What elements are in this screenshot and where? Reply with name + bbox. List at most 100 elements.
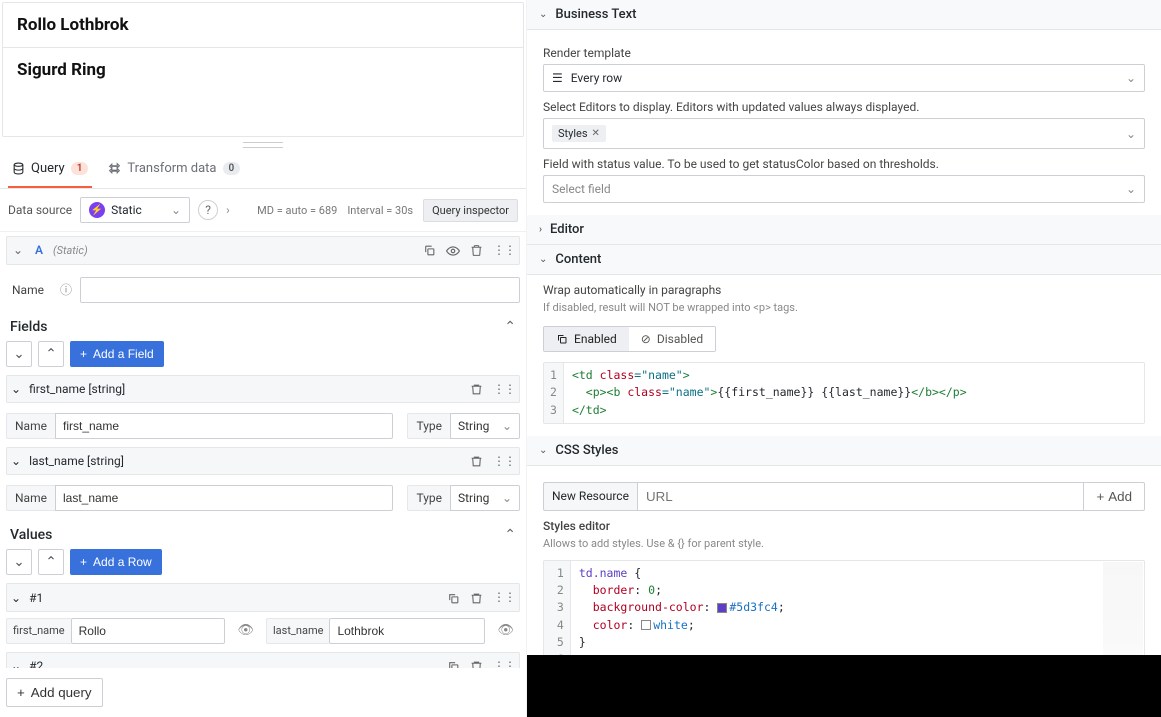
- section-content[interactable]: ⌄ Content: [527, 245, 1161, 275]
- value-fn-label: first_name: [6, 618, 71, 644]
- eye-icon[interactable]: 👁: [491, 623, 520, 638]
- chevron-down-icon: ⌄: [539, 445, 547, 456]
- section-editor[interactable]: › Editor: [527, 215, 1161, 245]
- content-code-editor[interactable]: 123 <td class="name"> <p><b class="name"…: [543, 362, 1145, 424]
- field-type-label: Type: [407, 413, 450, 439]
- copy-icon[interactable]: [423, 243, 436, 258]
- query-inspector-button[interactable]: Query inspector: [423, 199, 518, 222]
- row-number: #2: [29, 659, 43, 668]
- query-a-header[interactable]: ⌄ A (Static) ⋮⋮: [6, 236, 520, 265]
- resource-url-input[interactable]: [637, 482, 1084, 511]
- close-icon[interactable]: ✕: [592, 128, 600, 139]
- chevron-down-icon: ⌄: [502, 419, 512, 433]
- wrap-title: Wrap automatically in paragraphs: [543, 283, 1145, 297]
- chevron-down-icon: ⌄: [11, 382, 21, 396]
- values-section-title[interactable]: Values ⌃: [6, 519, 520, 549]
- trash-icon[interactable]: [470, 659, 483, 668]
- field-name-label: Name: [6, 485, 55, 511]
- chevron-right-icon: ›: [226, 203, 230, 217]
- section-business-text[interactable]: ⌄ Business Text: [527, 0, 1161, 30]
- field-last-name-header[interactable]: ⌄ last_name [string] ⋮⋮: [6, 447, 520, 475]
- toggle-enabled[interactable]: Enabled: [544, 327, 629, 351]
- drag-icon[interactable]: ⋮⋮: [493, 659, 515, 668]
- trash-icon[interactable]: [470, 454, 483, 468]
- tab-query-label: Query: [31, 161, 65, 176]
- query-letter: A: [35, 243, 43, 257]
- datasource-select[interactable]: ⚡ Static ⌄: [80, 197, 190, 223]
- preview-row-1: Rollo Lothbrok: [3, 3, 523, 48]
- field-name-input[interactable]: [55, 413, 393, 439]
- preview-panel: Rollo Lothbrok Sigurd Ring: [2, 2, 524, 137]
- datasource-label: Data source: [8, 203, 72, 217]
- drag-icon[interactable]: ⋮⋮: [493, 382, 515, 396]
- chevron-right-icon: ›: [539, 224, 542, 235]
- chevron-down-icon: ⌄: [1126, 127, 1136, 141]
- styles-editor-title: Styles editor: [543, 519, 1145, 533]
- chevron-up-icon: ⌃: [504, 527, 516, 543]
- bolt-icon: ⚡: [89, 202, 105, 218]
- chevron-down-icon: ⌄: [1126, 182, 1136, 196]
- chip-styles[interactable]: Styles✕: [552, 125, 606, 142]
- value-row-1-header[interactable]: ⌄ #1 ⋮⋮: [6, 583, 520, 611]
- drag-icon[interactable]: ⋮⋮: [493, 243, 515, 258]
- plus-icon: +: [1096, 489, 1104, 504]
- trash-icon[interactable]: [470, 590, 483, 604]
- collapse-all-button[interactable]: ⌄: [6, 341, 32, 367]
- tab-transform-label: Transform data: [127, 161, 216, 176]
- copy-icon[interactable]: [447, 590, 460, 604]
- trash-icon[interactable]: [470, 243, 483, 258]
- css-code-editor[interactable]: 12345678910 td.name { border: 0; backgro…: [543, 560, 1145, 655]
- plus-icon: +: [80, 347, 87, 361]
- bottom-black-area: [527, 655, 1161, 717]
- render-template-select[interactable]: ☰ Every row ⌄: [543, 64, 1145, 92]
- chevron-down-icon: ⌄: [11, 243, 25, 257]
- field-first-name-header[interactable]: ⌄ first_name [string] ⋮⋮: [6, 375, 520, 403]
- chevron-down-icon: ⌄: [1126, 71, 1136, 85]
- md-info: MD = auto = 689: [257, 204, 337, 217]
- tab-transform[interactable]: Transform data 0: [104, 151, 244, 188]
- value-row-2-header[interactable]: ⌄ #2 ⋮⋮: [6, 652, 520, 668]
- add-query-button[interactable]: + Add query: [6, 678, 103, 707]
- plus-icon: +: [80, 555, 87, 569]
- field-type-select[interactable]: String⌄: [450, 485, 520, 511]
- fields-section-title[interactable]: Fields ⌃: [6, 311, 520, 341]
- wrap-sub: If disabled, result will NOT be wrapped …: [543, 301, 1145, 314]
- chevron-up-icon: ⌃: [504, 319, 516, 335]
- editors-select[interactable]: Styles✕ ⌄: [543, 118, 1145, 149]
- toggle-disabled[interactable]: ⊘ Disabled: [629, 327, 715, 351]
- expand-all-button[interactable]: ⌃: [38, 341, 64, 367]
- collapse-all-button[interactable]: ⌄: [6, 549, 32, 575]
- trash-icon[interactable]: [470, 382, 483, 396]
- add-field-button[interactable]: + Add a Field: [70, 341, 164, 367]
- eye-icon[interactable]: [446, 243, 460, 258]
- drag-icon[interactable]: ⋮⋮: [493, 590, 515, 604]
- panel-splitter[interactable]: [0, 139, 526, 151]
- status-help: Field with status value. To be used to g…: [543, 157, 1145, 171]
- eye-icon[interactable]: 👁: [231, 623, 260, 638]
- field-type-select[interactable]: String⌄: [450, 413, 520, 439]
- add-row-button[interactable]: + Add a Row: [70, 549, 162, 575]
- field-header-label: first_name [string]: [29, 382, 125, 396]
- drag-icon[interactable]: ⋮⋮: [493, 454, 515, 468]
- field-name-input[interactable]: [55, 485, 393, 511]
- interval-info: Interval = 30s: [347, 204, 413, 217]
- expand-all-button[interactable]: ⌃: [38, 549, 64, 575]
- list-icon: ☰: [552, 71, 563, 85]
- chevron-down-icon: ⌄: [171, 203, 181, 217]
- tab-query-count: 1: [71, 162, 89, 175]
- query-name-input[interactable]: [80, 277, 520, 303]
- info-icon[interactable]: ⓘ: [60, 281, 72, 298]
- field-header-label: last_name [string]: [29, 454, 124, 468]
- minimap[interactable]: [1103, 562, 1143, 655]
- copy-icon[interactable]: [447, 659, 460, 668]
- chevron-down-icon: ⌄: [539, 9, 547, 20]
- value-fn-input[interactable]: [71, 618, 226, 644]
- datasource-help[interactable]: ?: [198, 200, 218, 220]
- datasource-value: Static: [111, 203, 142, 217]
- status-field-select[interactable]: Select field ⌄: [543, 175, 1145, 203]
- tab-query[interactable]: Query 1: [8, 151, 92, 188]
- value-ln-input[interactable]: [329, 618, 485, 644]
- add-resource-button[interactable]: +Add: [1083, 482, 1145, 511]
- field-type-label: Type: [407, 485, 450, 511]
- section-css-styles[interactable]: ⌄ CSS Styles: [527, 436, 1161, 466]
